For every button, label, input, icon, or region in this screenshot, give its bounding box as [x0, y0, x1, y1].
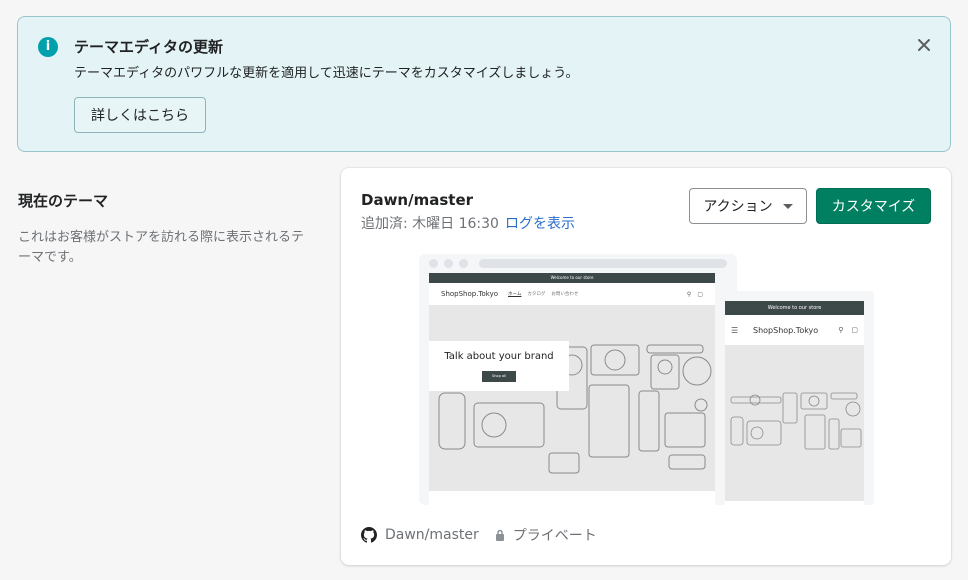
- mobile-header: ☰ ShopShop.Tokyo ⚲ ▢: [725, 315, 864, 345]
- mobile-hero-image: [725, 345, 864, 501]
- cart-icon: ▢: [697, 290, 703, 298]
- site-nav: ホーム カタログ お問い合わせ: [508, 291, 578, 297]
- nav-link-home: ホーム: [508, 292, 522, 297]
- current-theme-heading: 現在のテーマ: [18, 192, 109, 210]
- header-icons: ⚲ ▢: [687, 291, 703, 298]
- theme-name: Dawn/master: [361, 191, 474, 209]
- theme-meta: 追加済: 木曜日 16:30 ログを表示: [361, 213, 575, 233]
- theme-footer: Dawn/master プライベート: [361, 525, 597, 545]
- repo-name[interactable]: Dawn/master: [385, 527, 479, 543]
- mobile-logo: ShopShop.Tokyo: [753, 325, 819, 335]
- theme-card: Dawn/master 追加済: 木曜日 16:30 ログを表示 アクション カス…: [341, 168, 951, 565]
- mobile-header-icons: ⚲ ▢: [838, 326, 858, 334]
- actions-label: アクション: [703, 199, 773, 215]
- browser-dots: [429, 259, 468, 268]
- hamburger-icon: ☰: [731, 325, 739, 335]
- site-logo: ShopShop.Tokyo: [441, 290, 499, 298]
- added-timestamp: 追加済: 木曜日 16:30: [361, 216, 499, 232]
- search-icon: ⚲: [686, 290, 692, 298]
- cart-icon: ▢: [851, 326, 858, 334]
- github-icon: [361, 527, 377, 543]
- browser-url-bar: [479, 259, 727, 268]
- caret-down-icon: [782, 203, 793, 209]
- visibility-label: プライベート: [512, 528, 597, 544]
- view-log-link[interactable]: ログを表示: [505, 216, 575, 232]
- customize-button[interactable]: カスタマイズ: [816, 188, 931, 224]
- nav-link-contact: お問い合わせ: [551, 292, 579, 297]
- mobile-hero-illustration: [730, 392, 862, 450]
- current-theme-description: これはお客様がストアを訪れる際に表示されるテーマです。: [18, 230, 305, 265]
- info-icon: i: [38, 37, 58, 57]
- hero-image: [429, 305, 715, 491]
- close-icon[interactable]: [914, 35, 934, 55]
- shop-all-button: Shop all: [482, 371, 516, 382]
- hero-heading: Talk about your brand: [444, 351, 554, 362]
- banner-title: テーマエディタの更新: [74, 38, 223, 56]
- announcement-bar: Welcome to our store: [429, 273, 715, 283]
- search-icon: ⚲: [838, 326, 844, 334]
- mobile-preview: Welcome to our store ☰ ShopShop.Tokyo ⚲ …: [717, 291, 874, 505]
- hero-text-box: Talk about your brand Shop all: [429, 341, 569, 391]
- lock-icon: [495, 529, 505, 541]
- actions-dropdown-button[interactable]: アクション: [689, 188, 807, 224]
- banner-description: テーマエディタのパワフルな更新を適用して迅速にテーマをカスタマイズしましょう。: [74, 66, 579, 81]
- mobile-site: Welcome to our store ☰ ShopShop.Tokyo ⚲ …: [725, 301, 864, 505]
- theme-editor-update-banner: i テーマエディタの更新 テーマエディタのパワフルな更新を適用して迅速にテーマを…: [17, 16, 951, 152]
- nav-link-catalog: カタログ: [527, 292, 546, 297]
- hero-illustration: [436, 342, 712, 474]
- mobile-announcement-bar: Welcome to our store: [725, 301, 864, 315]
- site-header: ShopShop.Tokyo ホーム カタログ お問い合わせ ⚲ ▢: [429, 283, 715, 305]
- learn-more-button[interactable]: 詳しくはこちら: [74, 97, 206, 133]
